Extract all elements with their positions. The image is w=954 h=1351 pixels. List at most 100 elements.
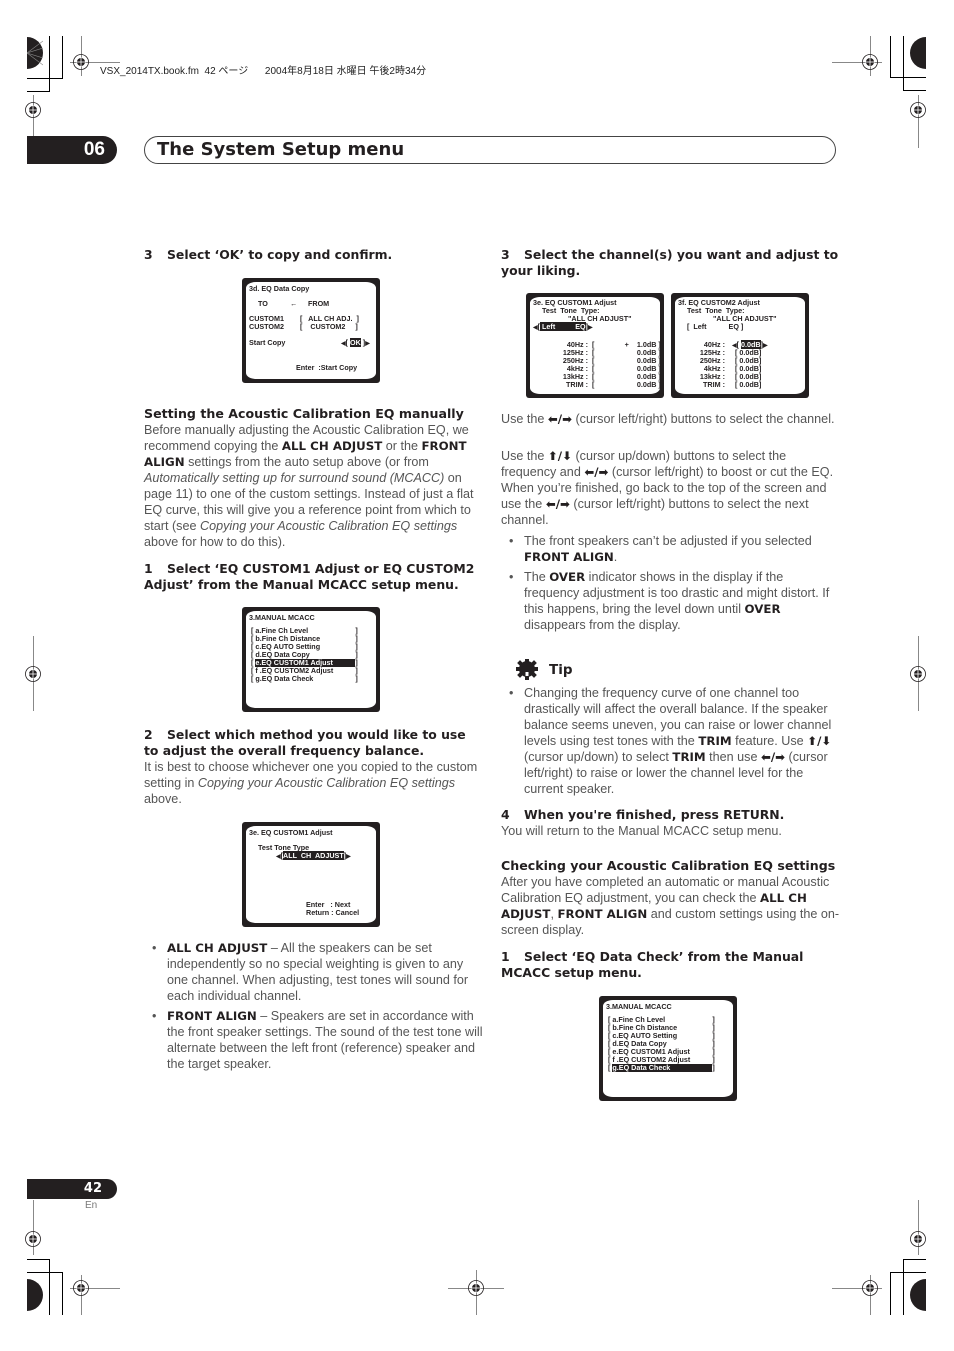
tip-body: Changing the frequency curve of one chan…: [501, 685, 841, 801]
osd-to-label: TO: [258, 299, 268, 308]
up-down-arrows-icon: ⬆/⬇: [807, 734, 832, 748]
lightbulb-tip-icon: [515, 658, 539, 682]
bullet-front-speakers: The front speakers can’t be adjusted if …: [501, 533, 841, 565]
page-number-tab: 42: [27, 1179, 117, 1199]
osd-menu-item[interactable]: [ g.EQ Data Check]: [251, 675, 363, 683]
left-step-2: 2 Select which method you would like to u…: [144, 727, 466, 758]
tip-bullet: Changing the frequency curve of one chan…: [501, 685, 841, 797]
right-step-4: 4 When you're finished, press RETURN.: [501, 807, 785, 822]
osd-band-label: TRIM :: [703, 380, 725, 389]
crop-mark: [890, 77, 926, 78]
left-bullet-list: ALL CH ADJUST – All the speakers can be …: [144, 940, 484, 1076]
print-file: VSX_2014TX.book.fm: [100, 66, 199, 77]
right-step-1: 1 Select ‘EQ Data Check’ from the Manual …: [501, 949, 804, 980]
left-right-arrows-icon: ⬅/➡: [547, 412, 572, 426]
registration-target-icon: [24, 101, 42, 119]
right-step-3: 3 Select the channel(s) you want and adju…: [501, 247, 839, 278]
left-right-arrows-icon: ⬅/➡: [545, 497, 570, 511]
color-bar-mark-top-left: [27, 36, 43, 70]
osd-start-copy-label: Start Copy: [249, 338, 286, 347]
left-right-arrows-icon: ⬅/➡: [760, 750, 786, 764]
crop-mark: [890, 1272, 891, 1315]
osd-band-value[interactable]: [ 0.0dB]: [735, 381, 761, 389]
page-language: En: [85, 1200, 98, 1211]
left-step-3: 3 Select ‘OK’ to copy and confirm.: [144, 247, 393, 262]
crop-mark: [49, 36, 50, 91]
chapter-number-tab: 06: [27, 136, 117, 164]
chapter-title: The System Setup menu: [157, 139, 405, 160]
color-bar-mark-bottom-right: [910, 1278, 926, 1312]
tip-label: Tip: [549, 662, 573, 678]
registration-target-icon: [72, 53, 90, 71]
registration-target-icon: [909, 101, 927, 119]
osd-eq-custom1-tone-type: 3e. EQ CUSTOM1 Adjust Test Tone Type ◀[A…: [242, 822, 380, 927]
osd-arrow: ←: [290, 299, 298, 308]
crop-mark: [903, 90, 926, 91]
right-step-4-body: You will return to the Manual MCACC setu…: [501, 824, 782, 838]
osd-ok-button[interactable]: OK: [350, 338, 361, 347]
registration-target-icon: [909, 1230, 927, 1248]
osd-tone-value[interactable]: ALL CH ADJUST: [283, 851, 344, 860]
crop-mark: [27, 78, 63, 79]
up-down-arrows-icon: ⬆/⬇: [547, 449, 572, 463]
osd-eq-custom1-adjust: 3e. EQ CUSTOM1 Adjust Test Tone Type: "A…: [526, 293, 664, 398]
bullet-front-align: FRONT ALIGN – Speakers are set in accord…: [144, 1008, 484, 1072]
registration-target-icon: [72, 1279, 90, 1297]
section-manual-eq: Setting the Acoustic Calibration EQ manu…: [144, 405, 484, 550]
right-bullet-list: The front speakers can’t be adjusted if …: [501, 533, 841, 637]
registration-target-icon: [861, 53, 879, 71]
osd-manual-mcacc-menu-check: 3.MANUAL MCACC [ a.Fine Ch Level][ b.Fin…: [599, 996, 737, 1101]
osd-title: 3.MANUAL MCACC: [606, 1002, 672, 1011]
registration-target-icon: [861, 1279, 879, 1297]
print-page-word: ページ: [218, 66, 249, 77]
left-step-1: 1 Select ‘EQ CUSTOM1 Adjust or EQ CUSTOM2…: [144, 561, 475, 592]
registration-target-icon: [909, 665, 927, 683]
crop-mark: [62, 36, 63, 78]
osd-band-label: TRIM :: [566, 380, 588, 389]
osd-from-label: FROM: [308, 299, 330, 308]
registration-target-icon: [24, 1230, 42, 1248]
osd-tone-selector[interactable]: ◀[ALL CH ADJUST]▶: [276, 851, 351, 861]
crop-mark: [49, 1259, 50, 1315]
osd-band-value[interactable]: [0.0dB ]: [592, 381, 661, 389]
osd-title: 3d. EQ Data Copy: [249, 284, 310, 293]
osd-channel-selector[interactable]: [ Left EQ ]: [687, 323, 743, 331]
osd-title: 3e. EQ CUSTOM1 Adjust: [249, 828, 333, 837]
section-check-eq: Checking your Acoustic Calibration EQ se…: [501, 857, 841, 938]
bullet-over-indicator: The OVER indicator shows in the display …: [501, 569, 841, 633]
osd-channel: Left: [693, 322, 707, 331]
osd-title: 3.MANUAL MCACC: [249, 613, 315, 622]
crop-mark: [62, 1272, 63, 1315]
right-para-1: Use the ⬅/➡ (cursor left/right) buttons …: [501, 412, 835, 426]
crop-mark: [27, 1259, 50, 1260]
left-right-arrows-icon: ⬅/➡: [584, 465, 609, 479]
crop-mark: [903, 1259, 926, 1260]
print-page-ref: 42: [204, 66, 216, 77]
registration-target-icon: [467, 1279, 485, 1297]
osd-eq-custom2-adjust: 3f. EQ CUSTOM2 Adjust Test Tone Type: "A…: [671, 293, 809, 398]
color-bar-mark-top-right: [910, 36, 926, 70]
crop-mark: [890, 1272, 926, 1273]
crop-mark: [27, 1272, 63, 1273]
osd-from-2: [ CUSTOM2 ]: [300, 322, 358, 331]
osd-menu-item[interactable]: [ g.EQ Data Check]: [608, 1064, 720, 1072]
section-body: Before manually adjusting the Acoustic C…: [144, 423, 474, 549]
section-heading: Setting the Acoustic Calibration EQ manu…: [144, 406, 464, 421]
osd-channel: Left: [542, 322, 556, 331]
section-body: After you have completed an automatic or…: [501, 875, 840, 937]
right-para-2: Use the ⬆/⬇ (cursor up/down) buttons to …: [501, 449, 834, 527]
print-timestamp: 2004年8月18日 水曜日 午後2時34分: [264, 66, 427, 77]
section-heading: Checking your Acoustic Calibration EQ se…: [501, 858, 836, 873]
osd-eq-data-copy: 3d. EQ Data Copy TO ← FROM CUSTOM1 [ ALL…: [242, 278, 380, 383]
color-bar-mark-bottom-left: [27, 1278, 43, 1312]
print-slug: VSX_2014TX.book.fm 42 ページ 2004年8月18日 水曜日…: [100, 62, 426, 77]
osd-to-2: CUSTOM2: [249, 322, 285, 331]
crop-mark: [27, 91, 50, 92]
osd-ok-selector[interactable]: ◀[ OK ]▶: [341, 338, 370, 348]
osd-footer: Enter :Start Copy: [296, 363, 358, 372]
left-step-2-body: It is best to choose whichever one you c…: [144, 760, 478, 806]
osd-footer-cancel: Return : Cancel: [306, 908, 360, 917]
osd-channel-selector[interactable]: ◀[ Left EQ]▶: [533, 322, 593, 332]
bullet-all-ch-adjust: ALL CH ADJUST – All the speakers can be …: [144, 940, 484, 1004]
crop-mark: [890, 36, 891, 78]
